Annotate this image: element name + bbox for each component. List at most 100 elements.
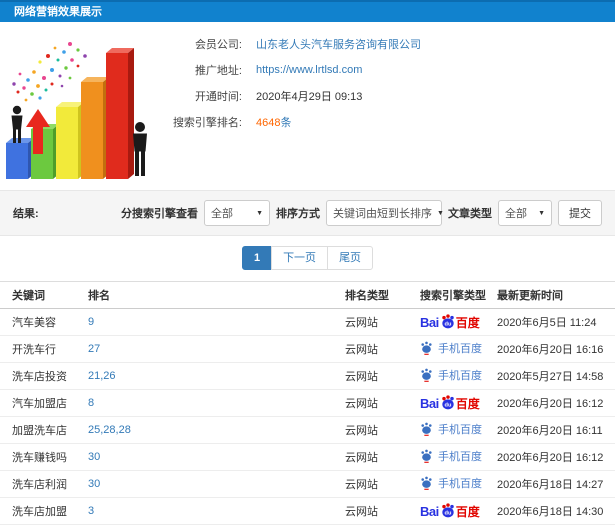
businessman-right bbox=[133, 122, 147, 176]
table-row[interactable]: 汽车美容 9 云网站 Bai du 百度 2020年6月5日 11:24 bbox=[0, 309, 615, 336]
confetti-dots bbox=[12, 42, 87, 102]
table-row[interactable]: 加盟洗车店 25,28,28 云网站 Bai du 百度 bbox=[0, 417, 615, 444]
engine-view-label: 分搜索引擎查看 bbox=[121, 208, 198, 220]
rank-cell[interactable]: 27 bbox=[88, 343, 345, 355]
member-info-panel: 会员公司: 山东老人头汽车服务咨询有限公司 推广地址: https://www.… bbox=[158, 22, 615, 135]
keyword-cell: 洗车店投资 bbox=[12, 371, 67, 383]
keyword-cell: 汽车美容 bbox=[12, 317, 56, 329]
table-row[interactable]: 汽车加盟店 8 云网站 Bai du 百度 2020年6月20日 16:12 bbox=[0, 390, 615, 417]
baidu-paw-icon: du bbox=[442, 395, 454, 410]
page-header: 网络营销效果展示 bbox=[0, 0, 615, 22]
rank-cell[interactable]: 30 bbox=[88, 451, 345, 463]
member-company-link[interactable]: 山东老人头汽车服务咨询有限公司 bbox=[256, 36, 421, 52]
engine-cell: Bai du 百度 手机百度 bbox=[420, 394, 497, 412]
header-keyword: 关键词 bbox=[12, 290, 45, 302]
mobile-baidu-badge: 手机百度 bbox=[420, 421, 482, 437]
promo-url-label: 推广地址: bbox=[194, 65, 242, 77]
promo-url-row: 推广地址: https://www.lrtlsd.com bbox=[158, 57, 615, 83]
engine-view-select[interactable]: 全部 ▼ bbox=[204, 200, 270, 226]
promo-url-link[interactable]: https://www.lrtlsd.com bbox=[256, 64, 362, 76]
engine-cell: Bai du 百度 手机百度 bbox=[420, 340, 497, 359]
next-page-button[interactable]: 下一页 bbox=[271, 246, 329, 270]
engine-cell: Bai du 百度 手机百度 bbox=[420, 475, 497, 494]
article-type-selected: 全部 bbox=[505, 208, 527, 220]
chevron-down-icon: ▼ bbox=[437, 209, 444, 217]
member-company-row: 会员公司: 山东老人头汽车服务咨询有限公司 bbox=[158, 31, 615, 57]
rank-cell[interactable]: 8 bbox=[88, 397, 345, 409]
ranking-count-row: 搜索引擎排名: 4648条 bbox=[158, 109, 615, 135]
mobile-baidu-paw-icon bbox=[421, 368, 432, 383]
mobile-baidu-badge: 手机百度 bbox=[420, 340, 482, 356]
updated-cell: 2020年6月18日 14:27 bbox=[497, 479, 604, 491]
page-button-1[interactable]: 1 bbox=[241, 246, 273, 270]
sort-label: 排序方式 bbox=[276, 208, 320, 220]
table-row[interactable]: 洗车店加盟 3 云网站 Bai du 百度 2020年6月18日 14:30 bbox=[0, 498, 615, 525]
keyword-cell: 洗车店加盟 bbox=[12, 506, 67, 518]
article-type-select[interactable]: 全部 ▼ bbox=[498, 200, 552, 226]
mobile-baidu-badge: 手机百度 bbox=[420, 367, 482, 383]
mobile-baidu-paw-icon bbox=[421, 476, 432, 491]
baidu-logo-bai: Bai bbox=[420, 395, 439, 411]
rank-cell[interactable]: 21,26 bbox=[88, 370, 345, 382]
open-time-label: 开通时间: bbox=[194, 91, 242, 103]
table-row[interactable]: 洗车店利润 30 云网站 Bai du 百度 bbox=[0, 471, 615, 498]
updated-cell: 2020年6月5日 11:24 bbox=[497, 317, 597, 329]
mobile-baidu-label: 手机百度 bbox=[438, 369, 482, 382]
article-type-label: 文章类型 bbox=[448, 208, 492, 220]
open-time-value: 2020年4月29日 09:13 bbox=[256, 91, 363, 103]
engine-view-selected: 全部 bbox=[211, 208, 233, 220]
baidu-logo-cn: 百度 bbox=[455, 504, 480, 519]
filter-bar: 结果: 分搜索引擎查看 全部 ▼ 排序方式 关键词由短到长排序 ▼ 文章类型 全… bbox=[0, 190, 615, 236]
ranking-count-label: 搜索引擎排名: bbox=[172, 117, 242, 129]
sort-select[interactable]: 关键词由短到长排序 ▼ bbox=[326, 200, 444, 226]
baidu-paw-icon: du bbox=[442, 314, 454, 329]
rank-type-cell: 云网站 bbox=[345, 371, 378, 383]
page-title: 网络营销效果展示 bbox=[14, 6, 102, 18]
engine-cell: Bai du 百度 手机百度 bbox=[420, 313, 497, 331]
open-time-row: 开通时间: 2020年4月29日 09:13 bbox=[158, 83, 615, 109]
mobile-baidu-paw-icon bbox=[421, 341, 432, 356]
baidu-logo-cn: 百度 bbox=[455, 315, 480, 330]
result-label: 结果: bbox=[13, 208, 39, 220]
engine-cell: Bai du 百度 手机百度 bbox=[420, 502, 497, 520]
mobile-baidu-badge: 手机百度 bbox=[420, 475, 482, 491]
baidu-logo: Bai du 百度 bbox=[420, 394, 480, 412]
rank-cell[interactable]: 3 bbox=[88, 505, 345, 517]
mobile-baidu-paw-icon bbox=[421, 449, 432, 464]
engine-cell: Bai du 百度 手机百度 bbox=[420, 421, 497, 440]
submit-button[interactable]: 提交 bbox=[558, 200, 602, 226]
summary-section: 会员公司: 山东老人头汽车服务咨询有限公司 推广地址: https://www.… bbox=[0, 22, 615, 190]
rank-cell[interactable]: 9 bbox=[88, 316, 345, 328]
bar-red bbox=[106, 48, 134, 179]
table-row[interactable]: 洗车赚钱吗 30 云网站 Bai du 百度 bbox=[0, 444, 615, 471]
table-row[interactable]: 开洗车行 27 云网站 Bai du 百度 bbox=[0, 336, 615, 363]
header-rank: 排名 bbox=[88, 290, 110, 302]
rank-type-cell: 云网站 bbox=[345, 452, 378, 464]
updated-cell: 2020年6月18日 14:30 bbox=[497, 506, 604, 518]
baidu-logo-cn: 百度 bbox=[455, 396, 480, 411]
rank-cell[interactable]: 30 bbox=[88, 478, 345, 490]
ranking-count-unit: 条 bbox=[280, 117, 292, 129]
last-page-button[interactable]: 尾页 bbox=[327, 246, 374, 270]
filter-controls: 分搜索引擎查看 全部 ▼ 排序方式 关键词由短到长排序 ▼ 文章类型 全部 ▼ … bbox=[121, 200, 602, 226]
updated-cell: 2020年6月20日 16:12 bbox=[497, 398, 604, 410]
rank-type-cell: 云网站 bbox=[345, 317, 378, 329]
header-updated: 最新更新时间 bbox=[497, 290, 563, 302]
updated-cell: 2020年6月20日 16:11 bbox=[497, 425, 603, 437]
table-row[interactable]: 洗车店投资 21,26 云网站 Bai du 百度 bbox=[0, 363, 615, 390]
results-table: 关键词 排名 排名类型 搜索引擎类型 最新更新时间 汽车美容 9 云网站 Bai… bbox=[0, 281, 615, 525]
svg-text:du: du bbox=[444, 510, 451, 516]
baidu-logo: Bai du 百度 bbox=[420, 502, 480, 520]
table-body: 汽车美容 9 云网站 Bai du 百度 2020年6月5日 11:24 开洗车… bbox=[0, 309, 615, 525]
table-header-row: 关键词 排名 排名类型 搜索引擎类型 最新更新时间 bbox=[0, 281, 615, 309]
mobile-baidu-label: 手机百度 bbox=[438, 450, 482, 463]
rank-cell[interactable]: 25,28,28 bbox=[88, 424, 345, 436]
svg-text:du: du bbox=[444, 321, 451, 327]
chevron-down-icon: ▼ bbox=[538, 209, 545, 217]
keyword-cell: 加盟洗车店 bbox=[12, 425, 67, 437]
engine-cell: Bai du 百度 手机百度 bbox=[420, 448, 497, 467]
baidu-paw-icon: du bbox=[442, 503, 454, 518]
mobile-baidu-label: 手机百度 bbox=[438, 423, 482, 436]
bar-blue bbox=[6, 138, 34, 179]
pagination: 1 下一页 尾页 bbox=[0, 246, 615, 270]
